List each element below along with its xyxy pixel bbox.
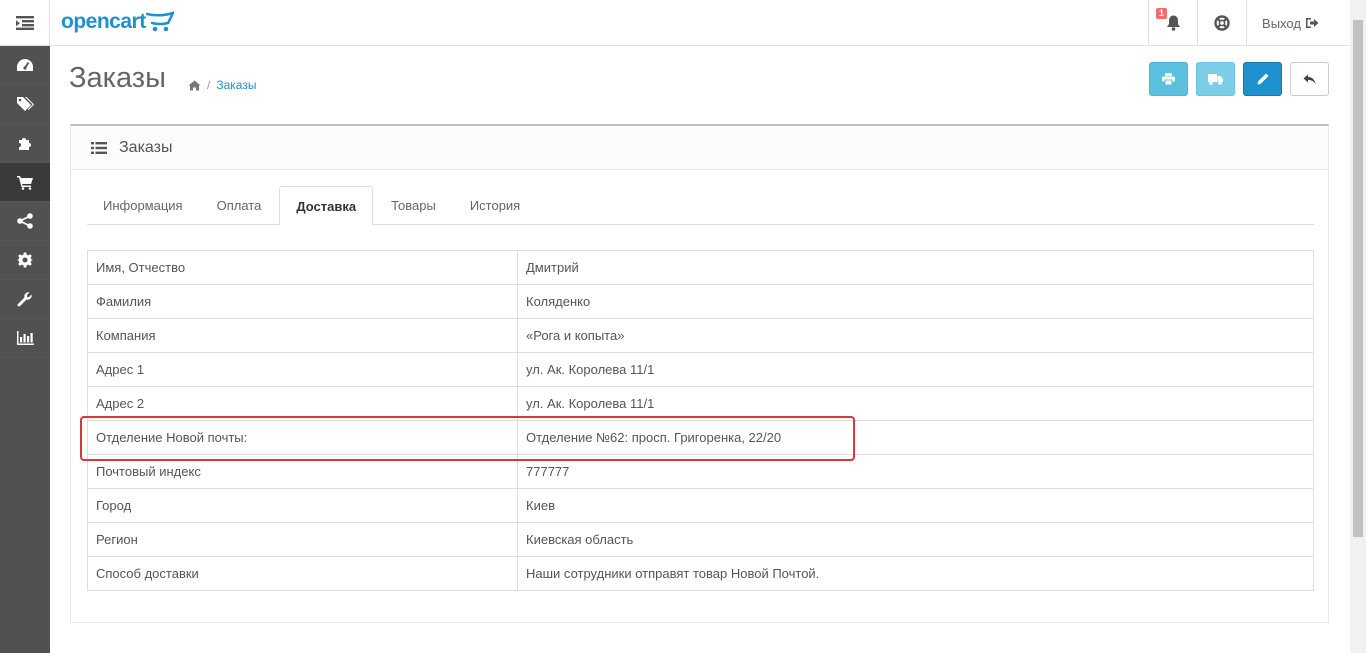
table-row: Адрес 2 ул. Ак. Королева 11/1: [87, 386, 1314, 421]
row-label: Способ доставки: [87, 556, 518, 591]
action-buttons: [1149, 62, 1329, 96]
notifications-badge: 1: [1156, 8, 1168, 19]
row-value: ул. Ак. Королева 11/1: [517, 352, 1314, 387]
reply-icon: [1303, 74, 1316, 84]
row-value: 777777: [517, 454, 1314, 489]
logout-label: Выход: [1262, 15, 1301, 31]
sidebar-item-sales[interactable]: [0, 163, 50, 202]
row-value: Киевская область: [517, 522, 1314, 557]
row-value: Наши сотрудники отправят товар Новой Поч…: [517, 556, 1314, 591]
sidebar-item-reports[interactable]: [0, 319, 50, 358]
row-value: Коляденко: [517, 284, 1314, 319]
row-label: Адрес 1: [87, 352, 518, 387]
row-value: ул. Ак. Королева 11/1: [517, 386, 1314, 421]
row-label: Фамилия: [87, 284, 518, 319]
table-row: Фамилия Коляденко: [87, 284, 1314, 319]
logo-cart-icon: [145, 11, 174, 32]
panel-heading: Заказы: [71, 126, 1328, 170]
sidebar-item-dashboard[interactable]: [0, 46, 50, 85]
row-label: Имя, Отчество: [87, 250, 518, 285]
sign-out-icon: [1305, 18, 1319, 28]
table-row: Способ доставки Наши сотрудники отправят …: [87, 556, 1314, 591]
table-row: Регион Киевская область: [87, 522, 1314, 557]
row-label: Почтовый индекс: [87, 454, 518, 489]
breadcrumb-link-orders[interactable]: Заказы: [216, 78, 256, 92]
dashboard-icon: [17, 59, 33, 71]
gear-icon: [17, 252, 33, 268]
logout-button[interactable]: Выход: [1246, 0, 1334, 46]
sidebar-item-marketing[interactable]: [0, 202, 50, 241]
opencart-logo[interactable]: opencart: [61, 10, 174, 34]
page-title: Заказы: [69, 62, 166, 94]
table-row: Имя, Отчество Дмитрий: [87, 250, 1314, 285]
panel-title: Заказы: [119, 138, 173, 156]
table-row: Почтовый индекс 777777: [87, 454, 1314, 489]
cart-icon: [16, 175, 33, 190]
home-icon[interactable]: [188, 80, 201, 91]
print-shipping-button[interactable]: [1196, 62, 1235, 96]
print-icon: [1162, 73, 1175, 85]
page-scrollbar[interactable]: [1350, 0, 1366, 653]
tab-products[interactable]: Товары: [375, 186, 452, 225]
menu-toggle-button[interactable]: [0, 0, 50, 46]
orders-panel: Заказы Информация Оплата Доставка Товары…: [70, 124, 1329, 623]
order-tabs: Информация Оплата Доставка Товары Истори…: [87, 186, 1314, 226]
row-label: Адрес 2: [87, 386, 518, 421]
wrench-icon: [17, 292, 32, 307]
edit-button[interactable]: [1243, 62, 1282, 96]
table-row: Город Киев: [87, 488, 1314, 523]
sidebar-item-extensions[interactable]: [0, 124, 50, 163]
table-row: Адрес 1 ул. Ак. Королева 11/1: [87, 352, 1314, 387]
help-button[interactable]: [1197, 0, 1246, 46]
life-ring-icon: [1214, 15, 1230, 31]
list-icon: [91, 141, 107, 154]
truck-icon: [1208, 73, 1223, 85]
sidebar: [0, 46, 50, 653]
sidebar-item-catalog[interactable]: [0, 85, 50, 124]
sidebar-item-tools[interactable]: [0, 280, 50, 319]
row-value: Киев: [517, 488, 1314, 523]
print-invoice-button[interactable]: [1149, 62, 1188, 96]
tab-info[interactable]: Информация: [87, 186, 199, 225]
table-row: Отделение Новой почты: Отделение №62: про…: [87, 420, 1314, 455]
puzzle-icon: [19, 138, 31, 150]
pencil-icon: [1257, 73, 1268, 85]
menu-indent-icon: [15, 16, 34, 30]
tab-shipping[interactable]: Доставка: [279, 186, 374, 226]
share-icon: [17, 213, 33, 229]
logo-text: opencart: [61, 10, 146, 33]
scrollbar-thumb[interactable]: [1353, 20, 1363, 537]
tags-icon: [17, 97, 34, 111]
top-header: opencart 1 Выход: [0, 0, 1350, 46]
breadcrumb: / Заказы: [188, 78, 256, 92]
row-value: «Рога и копыта»: [517, 318, 1314, 353]
tab-history[interactable]: История: [454, 186, 536, 225]
back-button[interactable]: [1290, 62, 1329, 96]
notifications-button[interactable]: 1: [1148, 0, 1197, 46]
row-value: Отделение №62: просп. Григоренка, 22/20: [517, 420, 1314, 455]
row-label: Отделение Новой почты:: [87, 420, 518, 455]
row-label: Компания: [87, 318, 518, 353]
breadcrumb-separator: /: [207, 78, 211, 92]
bell-icon: [1166, 15, 1180, 31]
table-row: Компания «Рога и копыта»: [87, 318, 1314, 353]
row-label: Город: [87, 488, 518, 523]
shipping-details-table: Имя, Отчество Дмитрий Фамилия Коляденко Ко…: [87, 250, 1314, 591]
row-label: Регион: [87, 522, 518, 557]
row-value: Дмитрий: [517, 250, 1314, 285]
bar-chart-icon: [17, 330, 34, 345]
sidebar-item-system[interactable]: [0, 241, 50, 280]
tab-payment[interactable]: Оплата: [201, 186, 278, 225]
